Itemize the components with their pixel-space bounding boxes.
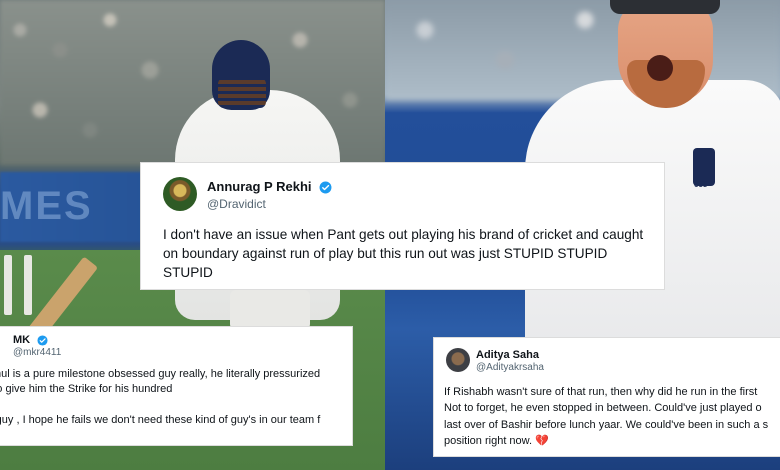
crest-number: 658: [694, 180, 708, 189]
tweet-text: I don't have an issue when Pant gets out…: [163, 227, 647, 281]
tweet-card: Annurag P Rekhi @Dravidict I don't have …: [140, 162, 665, 290]
verified-badge-icon: [319, 181, 332, 194]
tweet-card: MK @mkr4411 Rahul is a pure milestone ob…: [0, 326, 353, 446]
tweet-author-handle: @mkr4411: [13, 347, 62, 358]
stump: [4, 255, 12, 315]
fielder-mouth: [647, 55, 673, 81]
avatar: [446, 348, 470, 372]
banner-text: MES: [0, 184, 93, 228]
tweet-author-name: MK: [13, 334, 48, 346]
tweet-text: If Rishabh wasn't sure of that run, then…: [444, 386, 769, 447]
helmet-grill: [218, 78, 266, 108]
author-name-text: Annurag P Rekhi: [207, 179, 312, 194]
avatar: [163, 177, 197, 211]
tweet-author-name: Aditya Saha: [476, 349, 539, 361]
tweet-author-handle: @Dravidict: [207, 197, 266, 211]
stump: [24, 255, 32, 315]
fielder-cap: [610, 0, 720, 14]
verified-badge-icon: [37, 335, 48, 346]
tweet-text: Rahul is a pure milestone obsessed guy r…: [0, 368, 321, 427]
author-name-text: MK: [13, 334, 31, 346]
tweet-card: Aditya Saha @Adityakrsaha If Rishabh was…: [433, 337, 780, 457]
batsman-pads: [230, 290, 310, 330]
tweet-author-handle: @Adityakrsaha: [476, 362, 544, 373]
tweet-author-name: Annurag P Rekhi: [207, 179, 332, 194]
